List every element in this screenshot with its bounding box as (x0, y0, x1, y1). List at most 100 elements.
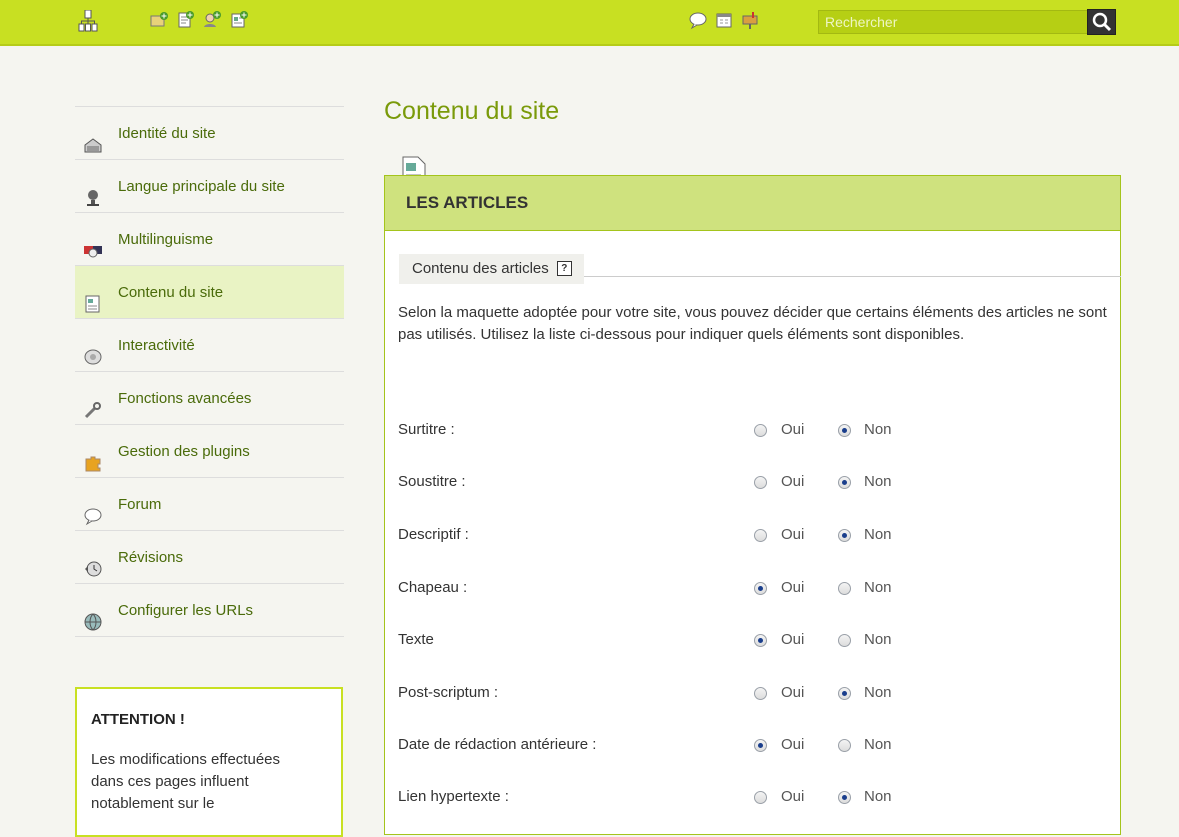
option-row: Texte Oui Non (398, 631, 1108, 653)
option-row: Post-scriptum : Oui Non (398, 684, 1108, 706)
option-row: Chapeau : Oui Non (398, 579, 1108, 601)
sidebar-item-label: Configurer les URLs (118, 602, 254, 619)
option-row: Lien hypertexte : Oui Non (398, 788, 1108, 810)
option-label: Texte (398, 631, 434, 648)
sidebar-item-content[interactable]: Contenu du site (75, 266, 344, 319)
attention-line: notablement sur le (91, 795, 215, 812)
option-label: Descriptif : (398, 526, 469, 543)
oui-label[interactable]: Oui (781, 526, 804, 543)
non-radio[interactable] (838, 791, 851, 804)
content-icon (83, 283, 103, 313)
sidebar-item-interactivity[interactable]: Interactivité (75, 319, 344, 372)
option-label: Lien hypertexte : (398, 788, 509, 805)
explain-text: Selon la maquette adoptée pour votre sit… (398, 304, 1107, 343)
wrench-icon (83, 389, 103, 419)
sidebar-item-label: Contenu du site (118, 284, 224, 301)
sidebar-item-label: Révisions (118, 549, 184, 566)
search-icon (1092, 12, 1112, 32)
search-input[interactable]: Rechercher (818, 10, 1088, 34)
multilingual-icon (83, 230, 103, 258)
page-title: Contenu du site (384, 97, 560, 125)
non-label[interactable]: Non (864, 473, 892, 490)
interactivity-icon (83, 336, 103, 365)
non-label[interactable]: Non (864, 684, 892, 701)
non-radio[interactable] (838, 476, 851, 489)
search-button[interactable] (1087, 9, 1116, 35)
sidebar-item-label: Interactivité (118, 337, 195, 354)
option-row: Soustitre : Oui Non (398, 473, 1108, 495)
sidebar-item-label: Forum (118, 496, 162, 513)
oui-radio[interactable] (754, 476, 767, 489)
non-label[interactable]: Non (864, 788, 892, 805)
sitemap-icon[interactable] (78, 9, 98, 32)
oui-radio[interactable] (754, 424, 767, 437)
plugin-icon (83, 442, 103, 472)
oui-label[interactable]: Oui (781, 579, 804, 596)
fieldset-legend: Contenu des articles? (399, 254, 584, 284)
new-folder-icon[interactable] (149, 10, 169, 30)
language-icon (83, 177, 103, 206)
oui-radio[interactable] (754, 582, 767, 595)
sidebar-item-revisions[interactable]: Révisions (75, 531, 344, 584)
messages-icon[interactable] (688, 10, 708, 30)
settings-nav: Identité du site Langue principale du sit… (75, 106, 344, 637)
new-author-icon[interactable] (202, 10, 222, 30)
non-label[interactable]: Non (864, 526, 892, 543)
forum-icon (83, 495, 103, 526)
oui-label[interactable]: Oui (781, 473, 804, 490)
new-article-icon[interactable] (176, 10, 196, 30)
oui-radio[interactable] (754, 687, 767, 700)
option-row: Surtitre : Oui Non (398, 421, 1108, 443)
non-radio[interactable] (838, 424, 851, 437)
sidebar-item-label: Gestion des plugins (118, 443, 250, 460)
panel-title: LES ARTICLES (385, 176, 1120, 231)
option-row: Descriptif : Oui Non (398, 526, 1108, 548)
non-radio[interactable] (838, 687, 851, 700)
attention-box: ATTENTION ! Les modifications effectuées… (75, 687, 343, 837)
non-label[interactable]: Non (864, 421, 892, 438)
top-toolbar: Rechercher (0, 0, 1179, 46)
legend-label: Contenu des articles (412, 260, 549, 277)
oui-radio[interactable] (754, 791, 767, 804)
non-label[interactable]: Non (864, 736, 892, 753)
oui-radio[interactable] (754, 529, 767, 542)
non-radio[interactable] (838, 582, 851, 595)
sidebar-item-wrench[interactable]: Fonctions avancées (75, 372, 344, 425)
sidebar-item-label: Fonctions avancées (118, 390, 252, 407)
mailbox-icon[interactable] (740, 10, 760, 30)
attention-line: Les modifications effectuées (91, 751, 281, 768)
oui-radio[interactable] (754, 634, 767, 647)
identity-icon (83, 124, 103, 153)
non-label[interactable]: Non (864, 579, 892, 596)
sidebar-item-forum[interactable]: Forum (75, 478, 344, 531)
sidebar-item-identity[interactable]: Identité du site (75, 107, 344, 160)
sidebar-item-plugin[interactable]: Gestion des plugins (75, 425, 344, 478)
sidebar-item-label: Multilinguisme (118, 231, 214, 248)
help-icon[interactable]: ? (556, 261, 572, 276)
option-label: Chapeau : (398, 579, 468, 596)
option-row: Date de rédaction antérieure : Oui Non (398, 736, 1108, 758)
attention-line: dans ces pages influent (91, 773, 249, 790)
option-label: Date de rédaction antérieure : (398, 736, 597, 753)
option-label: Post-scriptum : (398, 684, 499, 701)
oui-label[interactable]: Oui (781, 684, 804, 701)
oui-radio[interactable] (754, 739, 767, 752)
articles-panel: LES ARTICLES Contenu des articles? Selon… (384, 175, 1121, 835)
oui-label[interactable]: Oui (781, 631, 804, 648)
sidebar-item-language[interactable]: Langue principale du site (75, 160, 344, 213)
oui-label[interactable]: Oui (781, 736, 804, 753)
revisions-icon (83, 548, 103, 577)
option-label: Soustitre : (398, 473, 466, 490)
calendar-icon[interactable] (714, 10, 734, 30)
non-radio[interactable] (838, 529, 851, 542)
oui-label[interactable]: Oui (781, 421, 804, 438)
sidebar-item-urls[interactable]: Configurer les URLs (75, 584, 344, 637)
oui-label[interactable]: Oui (781, 788, 804, 805)
non-radio[interactable] (838, 634, 851, 647)
non-radio[interactable] (838, 739, 851, 752)
non-label[interactable]: Non (864, 631, 892, 648)
sidebar-item-multilingual[interactable]: Multilinguisme (75, 213, 344, 266)
new-brief-icon[interactable] (229, 10, 249, 30)
sidebar-item-label: Langue principale du site (118, 178, 285, 195)
option-label: Surtitre : (398, 421, 455, 438)
